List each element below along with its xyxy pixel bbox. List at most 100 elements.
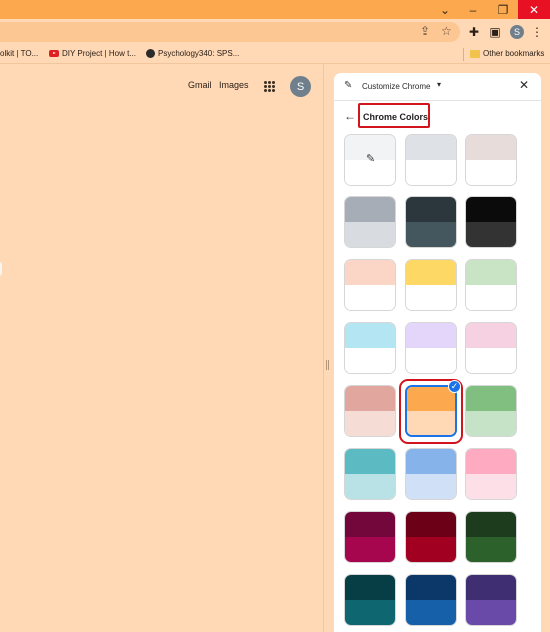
restore-button[interactable]: ❐ (488, 0, 518, 19)
side-panel-divider (323, 64, 334, 632)
bookmark-star-icon[interactable]: ☆ (441, 24, 452, 38)
bookmark-item[interactable]: olkit | TO... (0, 49, 38, 58)
swatch-top (466, 386, 516, 411)
search-box-edge (0, 262, 2, 276)
other-bookmarks-label: Other bookmarks (483, 49, 545, 58)
color-swatch[interactable] (405, 574, 457, 626)
swatch-bottom (345, 600, 395, 625)
browser-toolbar: ⇪ ☆ ✚ ▣ S ⋮ (0, 19, 550, 45)
color-swatch[interactable] (405, 134, 457, 186)
customize-chrome-panel: ✎ Customize Chrome ▾ ✕ ← Chrome Colors ✎… (334, 73, 541, 632)
back-arrow-icon[interactable]: ← (344, 109, 356, 123)
title-bar: ⌄ – ❐ ✕ (0, 0, 550, 19)
color-swatch[interactable] (465, 448, 517, 500)
color-swatch[interactable] (465, 322, 517, 374)
bookmark-item[interactable]: Psychology340: SPS... (146, 49, 239, 58)
close-window-button[interactable]: ✕ (518, 0, 550, 19)
bookmark-label: olkit | TO... (0, 49, 39, 58)
color-swatch[interactable] (344, 385, 396, 437)
color-swatch[interactable] (344, 448, 396, 500)
color-swatch[interactable] (344, 322, 396, 374)
panel-header: ✎ Customize Chrome ▾ ✕ (334, 73, 541, 101)
color-swatch[interactable] (344, 574, 396, 626)
color-swatch[interactable] (465, 134, 517, 186)
swatch-bottom (345, 348, 395, 373)
swatch-top (345, 386, 395, 411)
swatch-bottom (466, 222, 516, 247)
swatch-top (345, 512, 395, 537)
color-swatch[interactable] (465, 196, 517, 248)
swatch-bottom (345, 474, 395, 499)
swatch-top (406, 449, 456, 474)
swatch-bottom (406, 285, 456, 310)
swatch-top (345, 260, 395, 285)
bookmark-item[interactable]: DIY Project | How t... (49, 49, 136, 58)
extensions-puzzle-icon[interactable]: ✚ (466, 24, 482, 40)
highlight-annotation (358, 103, 430, 128)
bookmarks-separator (463, 48, 464, 61)
swatch-bottom (345, 285, 395, 310)
swatch-bottom (406, 348, 456, 373)
color-swatch[interactable] (465, 511, 517, 563)
swatch-top (406, 197, 456, 222)
folder-icon (470, 49, 480, 58)
custom-color-swatch[interactable]: ✎ (344, 134, 396, 186)
selected-check-icon: ✓ (448, 380, 461, 393)
swatch-top (345, 197, 395, 222)
swatch-top (406, 575, 456, 600)
swatch-bottom (406, 537, 456, 562)
swatch-top (466, 575, 516, 600)
tab-search-chevron-icon[interactable]: ⌄ (430, 0, 460, 19)
swatch-bottom (345, 537, 395, 562)
color-swatch[interactable] (465, 259, 517, 311)
minimize-button[interactable]: – (458, 0, 488, 19)
swatch-bottom (466, 285, 516, 310)
swatch-bottom (406, 600, 456, 625)
dropdown-caret-icon[interactable]: ▾ (437, 80, 441, 89)
swatch-top (466, 135, 516, 160)
swatch-top (466, 449, 516, 474)
swatch-bottom (406, 474, 456, 499)
other-bookmarks[interactable]: Other bookmarks (470, 49, 544, 58)
youtube-icon (49, 50, 59, 57)
share-icon[interactable]: ⇪ (420, 24, 430, 38)
bookmark-label: DIY Project | How t... (62, 49, 136, 58)
swatch-top (406, 135, 456, 160)
resize-handle[interactable] (326, 360, 330, 370)
color-swatch[interactable] (405, 322, 457, 374)
color-swatch[interactable] (405, 511, 457, 563)
swatch-bottom (345, 222, 395, 247)
gmail-link[interactable]: Gmail (188, 80, 212, 90)
color-swatch[interactable] (465, 574, 517, 626)
swatch-bottom (406, 160, 456, 185)
chrome-menu-icon[interactable]: ⋮ (529, 24, 545, 40)
swatch-top (466, 323, 516, 348)
swatch-bottom (466, 537, 516, 562)
color-swatch[interactable] (405, 196, 457, 248)
swatch-top (345, 323, 395, 348)
color-swatch[interactable] (344, 259, 396, 311)
color-swatch[interactable] (405, 259, 457, 311)
swatch-top (406, 260, 456, 285)
pencil-icon: ✎ (344, 80, 353, 91)
profile-avatar[interactable]: S (510, 25, 524, 39)
address-bar[interactable]: ⇪ ☆ (0, 22, 460, 42)
swatch-top (466, 197, 516, 222)
color-swatch[interactable] (344, 511, 396, 563)
close-panel-icon[interactable]: ✕ (519, 78, 529, 92)
color-swatch[interactable] (405, 448, 457, 500)
side-panel-icon[interactable]: ▣ (487, 24, 503, 40)
swatch-bottom (406, 222, 456, 247)
google-apps-icon[interactable] (264, 81, 275, 92)
color-swatch[interactable] (344, 196, 396, 248)
swatch-top (345, 449, 395, 474)
bookmark-label: Psychology340: SPS... (158, 49, 240, 58)
swatch-top (466, 260, 516, 285)
panel-title[interactable]: Customize Chrome (362, 82, 430, 91)
swatch-bottom (466, 348, 516, 373)
swatch-bottom (466, 474, 516, 499)
images-link[interactable]: Images (219, 80, 249, 90)
color-swatch[interactable] (465, 385, 517, 437)
swatch-top (466, 512, 516, 537)
account-avatar[interactable]: S (290, 76, 311, 97)
